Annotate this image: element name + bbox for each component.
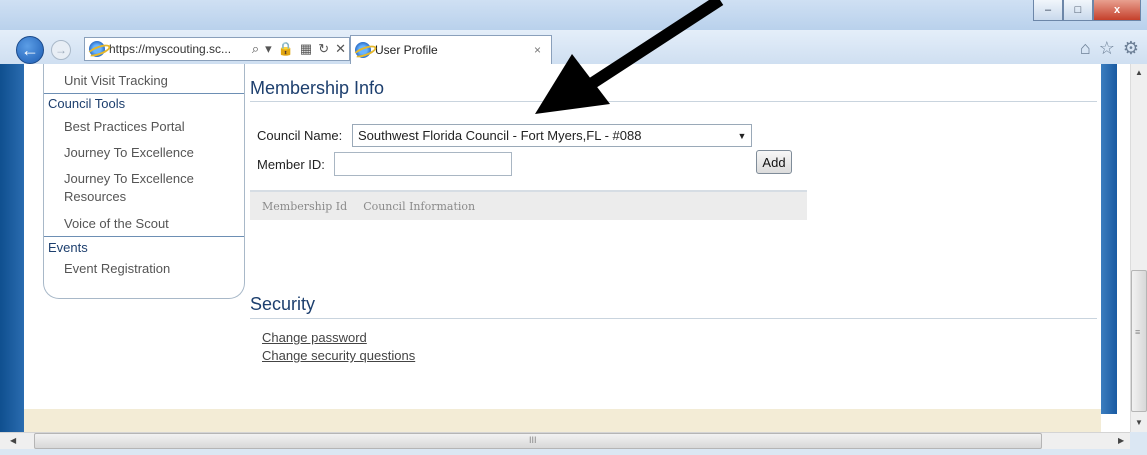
lock-icon[interactable]: 🔒 bbox=[278, 41, 294, 57]
forward-button[interactable]: → bbox=[51, 40, 71, 60]
security-rule bbox=[250, 318, 1097, 319]
column-header-membership-id: Membership Id bbox=[262, 199, 348, 213]
ie-page-icon bbox=[89, 41, 105, 57]
sidebar-item-event-registration[interactable]: Event Registration bbox=[64, 261, 170, 276]
refresh-icon[interactable]: ↻ bbox=[318, 41, 329, 57]
compat-icon[interactable]: ▦ bbox=[300, 41, 312, 57]
left-decor-band bbox=[0, 64, 24, 432]
close-button[interactable]: x bbox=[1093, 0, 1141, 21]
sidebar-group-council-tools: Council Tools bbox=[48, 96, 126, 111]
sidebar-item-jte-resources[interactable]: Journey To Excellence Resources bbox=[64, 170, 214, 206]
change-password-link[interactable]: Change password bbox=[262, 330, 367, 345]
membership-info-title: Membership Info bbox=[250, 78, 385, 98]
council-name-label: Council Name: bbox=[257, 128, 343, 143]
scroll-right-arrow-icon[interactable]: ▶ bbox=[1118, 436, 1124, 445]
gear-icon[interactable]: ⚙ bbox=[1123, 38, 1139, 59]
footer-band bbox=[24, 409, 1101, 432]
tab-title: User Profile bbox=[375, 43, 438, 57]
right-decor-band bbox=[1101, 64, 1117, 414]
scroll-grip-icon: III bbox=[529, 435, 537, 445]
back-button[interactable]: ← bbox=[16, 36, 44, 64]
ie-tab-icon bbox=[355, 42, 371, 58]
member-id-label: Member ID: bbox=[257, 157, 325, 172]
sidebar-divider bbox=[44, 93, 244, 94]
scroll-left-arrow-icon[interactable]: ◀ bbox=[10, 436, 16, 445]
council-select-value: Southwest Florida Council - Fort Myers,F… bbox=[358, 128, 642, 143]
sidebar-group-events: Events bbox=[48, 240, 88, 255]
council-select[interactable]: Southwest Florida Council - Fort Myers,F… bbox=[352, 124, 752, 147]
sidebar-item-jte[interactable]: Journey To Excellence bbox=[64, 145, 194, 160]
sidebar-item-unit-visit[interactable]: Unit Visit Tracking bbox=[64, 73, 168, 88]
sidebar-item-voice-of-scout[interactable]: Voice of the Scout bbox=[64, 216, 169, 231]
vertical-scroll-thumb[interactable]: ≡ bbox=[1131, 270, 1147, 412]
star-icon[interactable]: ☆ bbox=[1099, 38, 1115, 59]
horizontal-scroll-thumb[interactable]: III bbox=[34, 433, 1042, 449]
stop-icon[interactable]: ✕ bbox=[335, 41, 346, 57]
change-security-questions-link[interactable]: Change security questions bbox=[262, 348, 415, 363]
sidebar-divider bbox=[44, 236, 244, 237]
toolbar-right-icons: ⌂ ☆ ⚙ bbox=[1080, 38, 1139, 59]
membership-table-header: Membership Id Council Information bbox=[250, 190, 807, 220]
column-header-council-info: Council Information bbox=[363, 199, 476, 213]
search-icon[interactable]: ⌕ bbox=[252, 41, 259, 57]
home-icon[interactable]: ⌂ bbox=[1080, 38, 1091, 59]
scroll-up-arrow-icon[interactable]: ▲ bbox=[1135, 68, 1143, 77]
tab-user-profile[interactable]: User Profile × bbox=[350, 35, 552, 64]
window-bottom-edge bbox=[0, 449, 1147, 455]
sidebar: Unit Visit Tracking Council Tools Best P… bbox=[43, 64, 245, 299]
scroll-down-arrow-icon[interactable]: ▼ bbox=[1135, 418, 1143, 427]
address-bar[interactable]: https://myscouting.sc... ⌕ ▾ 🔒 ▦ ↻ ✕ bbox=[84, 37, 350, 61]
address-url[interactable]: https://myscouting.sc... bbox=[109, 42, 249, 56]
window-controls: – □ x bbox=[1033, 0, 1141, 21]
maximize-button[interactable]: □ bbox=[1063, 0, 1093, 21]
member-id-input[interactable] bbox=[334, 152, 512, 176]
tab-close-icon[interactable]: × bbox=[534, 43, 541, 57]
minimize-button[interactable]: – bbox=[1033, 0, 1063, 21]
dropdown-icon[interactable]: ▾ bbox=[265, 41, 272, 57]
security-title: Security bbox=[250, 294, 316, 314]
add-button[interactable]: Add bbox=[756, 150, 792, 174]
sidebar-item-best-practices[interactable]: Best Practices Portal bbox=[64, 119, 185, 134]
window-titlebar bbox=[0, 0, 1147, 30]
membership-rule bbox=[250, 101, 1097, 102]
chevron-down-icon[interactable]: ▼ bbox=[733, 131, 751, 141]
scroll-grip-icon: ≡ bbox=[1135, 327, 1141, 337]
